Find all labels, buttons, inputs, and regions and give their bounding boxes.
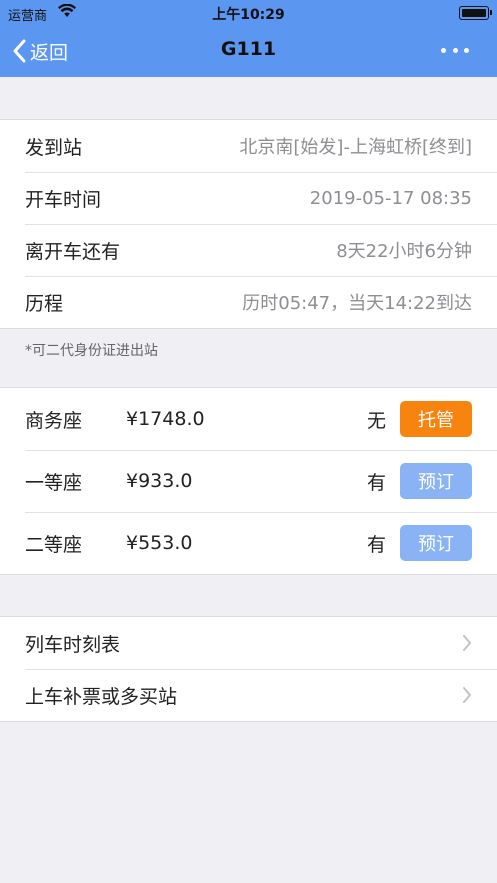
page-title: G111 (220, 38, 277, 60)
more-dots-icon (441, 47, 446, 53)
info-value: 历时05:47，当天14:22到达 (242, 293, 472, 314)
link-label: 上车补票或多买站 (25, 685, 178, 708)
seat-row-business: 商务座 ¥1748.0 无 托管 (0, 388, 497, 450)
timetable-link[interactable]: 列车时刻表 (0, 617, 497, 669)
trip-info-group: 发到站 北京南[始发]-上海虹桥[终到] 开车时间 2019-05-17 08:… (0, 119, 497, 329)
info-label: 发到站 (25, 136, 83, 159)
trip-info-row-countdown: 离开车还有 8天22小时6分钟 (0, 224, 497, 276)
links-group: 列车时刻表 上车补票或多买站 (0, 616, 497, 722)
info-label: 开车时间 (25, 188, 102, 211)
seat-price: ¥1748.0 (126, 408, 205, 430)
info-value: 2019-05-17 08:35 (309, 187, 472, 209)
seat-availability: 无 (367, 409, 387, 432)
seat-name: 商务座 (25, 409, 83, 432)
seat-row-second-class: 二等座 ¥553.0 有 预订 (0, 512, 497, 574)
trip-info-row-stations: 发到站 北京南[始发]-上海虹桥[终到] (0, 120, 497, 172)
seat-price: ¥933.0 (126, 470, 193, 492)
entrust-button[interactable]: 托管 (400, 401, 472, 437)
info-label: 历程 (25, 292, 64, 315)
top-bar: 运营商 上午10:29 返回 G111 (0, 0, 497, 77)
chevron-right-icon (463, 687, 471, 703)
info-label: 离开车还有 (25, 240, 121, 263)
seat-price: ¥553.0 (126, 532, 193, 554)
id-card-note: *可二代身份证进出站 (25, 343, 158, 359)
book-button[interactable]: 预订 (400, 525, 472, 561)
seat-availability: 有 (367, 471, 387, 494)
upgrade-ticket-link[interactable]: 上车补票或多买站 (0, 669, 497, 721)
status-bar: 运营商 上午10:29 (0, 0, 497, 26)
book-button[interactable]: 预订 (400, 463, 472, 499)
battery-icon (459, 6, 492, 20)
info-value: 北京南[始发]-上海虹桥[终到] (239, 137, 472, 158)
link-label: 列车时刻表 (25, 633, 121, 656)
clock: 上午10:29 (212, 7, 285, 23)
seat-row-first-class: 一等座 ¥933.0 有 预订 (0, 450, 497, 512)
seat-name: 二等座 (25, 533, 83, 556)
seat-availability: 有 (367, 533, 387, 556)
more-button[interactable] (441, 40, 469, 60)
chevron-right-icon (463, 635, 471, 651)
trip-info-row-duration: 历程 历时05:47，当天14:22到达 (0, 276, 497, 328)
seat-name: 一等座 (25, 471, 83, 494)
seat-group: 商务座 ¥1748.0 无 托管 一等座 ¥933.0 有 预订 二等座 ¥55… (0, 387, 497, 575)
info-value: 8天22小时6分钟 (336, 241, 472, 262)
trip-info-row-departure: 开车时间 2019-05-17 08:35 (0, 172, 497, 224)
